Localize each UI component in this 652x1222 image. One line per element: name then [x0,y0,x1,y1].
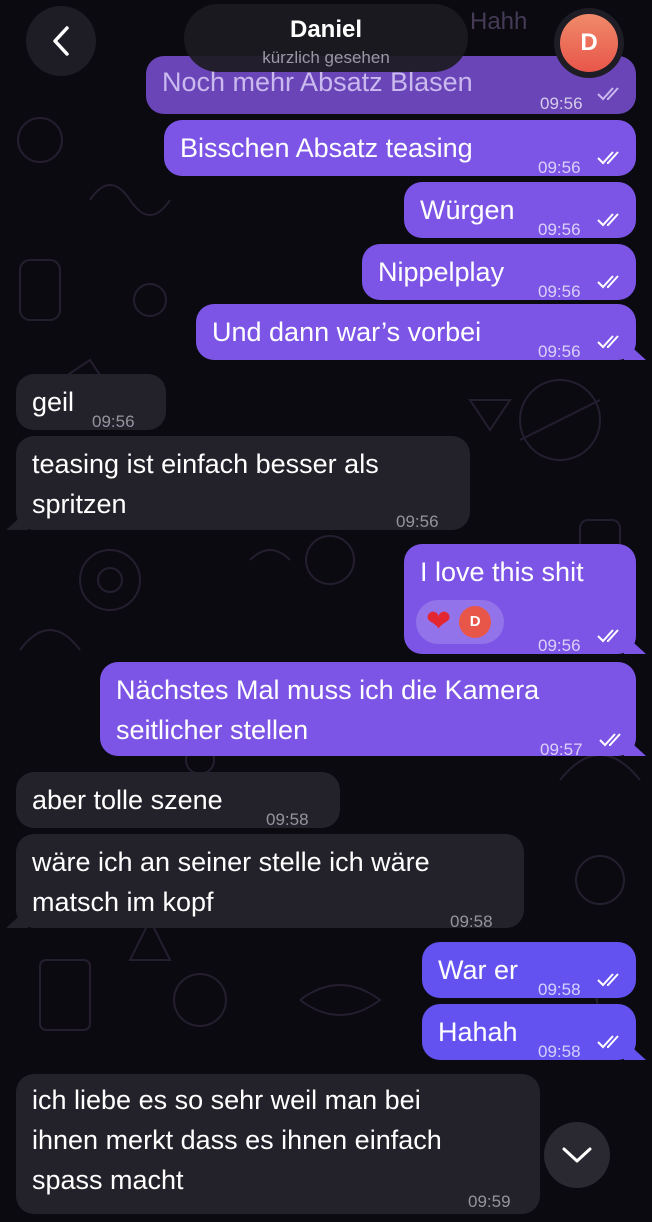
chevron-down-icon [562,1147,592,1163]
message-text: teasing ist einfach besser als [32,449,379,479]
message-bubble[interactable]: Nippelplay 09:56 [362,244,636,301]
read-check-icon [597,87,619,101]
message-bubble[interactable]: geil 09:56 [16,374,166,431]
heart-icon: ❤ [426,605,452,638]
message-time: 09:59 [468,1192,511,1211]
message-text: I love this shit [420,557,584,587]
read-check-icon [597,275,619,289]
message-bubble[interactable]: Würgen 09:56 [404,182,636,239]
message-time: 09:56 [538,636,581,655]
message-text: Nippelplay [378,257,505,287]
message-text: ich liebe es so sehr weil man bei [32,1085,421,1115]
message-time: 09:56 [538,342,581,361]
message-bubble[interactable]: Nächstes Mal muss ich die Kamera seitlic… [100,662,636,759]
message-time: 09:57 [540,740,583,759]
message-bubble[interactable]: ich liebe es so sehr weil man bei ihnen … [16,1074,540,1214]
message-bubble[interactable]: I love this shit ❤ D 09:56 [404,544,636,655]
message-text: Nächstes Mal muss ich die Kamera [116,675,540,705]
message-text: Und dann war’s vorbei [212,317,482,347]
read-check-icon [599,733,621,747]
scroll-down-button[interactable] [544,1122,610,1188]
avatar: D [560,14,618,72]
message-bubble[interactable]: aber tolle szene 09:58 [16,772,340,829]
message-text: Hahah [438,1017,518,1047]
read-check-icon [597,629,619,643]
message-bubble[interactable]: War er 09:58 [422,942,636,999]
message-text: wäre ich an seiner stelle ich wäre [32,847,430,877]
message-bubble[interactable]: teasing ist einfach besser als spritzen … [16,436,470,531]
read-check-icon [597,973,619,987]
message-bubble[interactable]: Bisschen Absatz teasing 09:56 [164,120,636,177]
back-button[interactable] [26,6,96,76]
read-check-icon [597,1035,619,1049]
contact-name: Daniel [289,16,363,43]
reaction-avatar: D [459,606,492,638]
message-text: spass macht [32,1165,184,1195]
message-text: ihnen merkt dass es ihnen einfach [32,1125,442,1155]
message-text: Würgen [420,195,515,225]
message-time: 09:58 [450,912,493,931]
message-text: geil [32,387,75,417]
chevron-left-icon [53,26,69,56]
message-text: spritzen [32,489,127,519]
message-text: War er [438,955,518,985]
message-text: Bisschen Absatz teasing [180,133,473,163]
message-time: 09:56 [540,94,583,113]
message-time: 09:58 [538,1042,581,1061]
read-check-icon [597,335,619,349]
contact-avatar-button[interactable]: D [554,8,624,78]
message-text: matsch im kopf [32,887,214,917]
reaction-pill[interactable]: ❤ D [416,600,504,644]
ghost-text: Hahh [470,8,528,35]
chat-title[interactable]: Daniel kürzlich gesehen [184,4,468,72]
read-check-icon [597,151,619,165]
message-bubble[interactable]: Hahah 09:58 [422,1004,636,1061]
read-check-icon [597,213,619,227]
contact-status: kürzlich gesehen [262,48,390,67]
message-text: aber tolle szene [32,785,223,815]
message-bubble[interactable]: wäre ich an seiner stelle ich wäre matsc… [16,834,524,931]
message-bubble[interactable]: Und dann war’s vorbei 09:56 [196,304,636,361]
message-text: seitlicher stellen [116,715,309,745]
message-time: 09:56 [396,512,439,531]
